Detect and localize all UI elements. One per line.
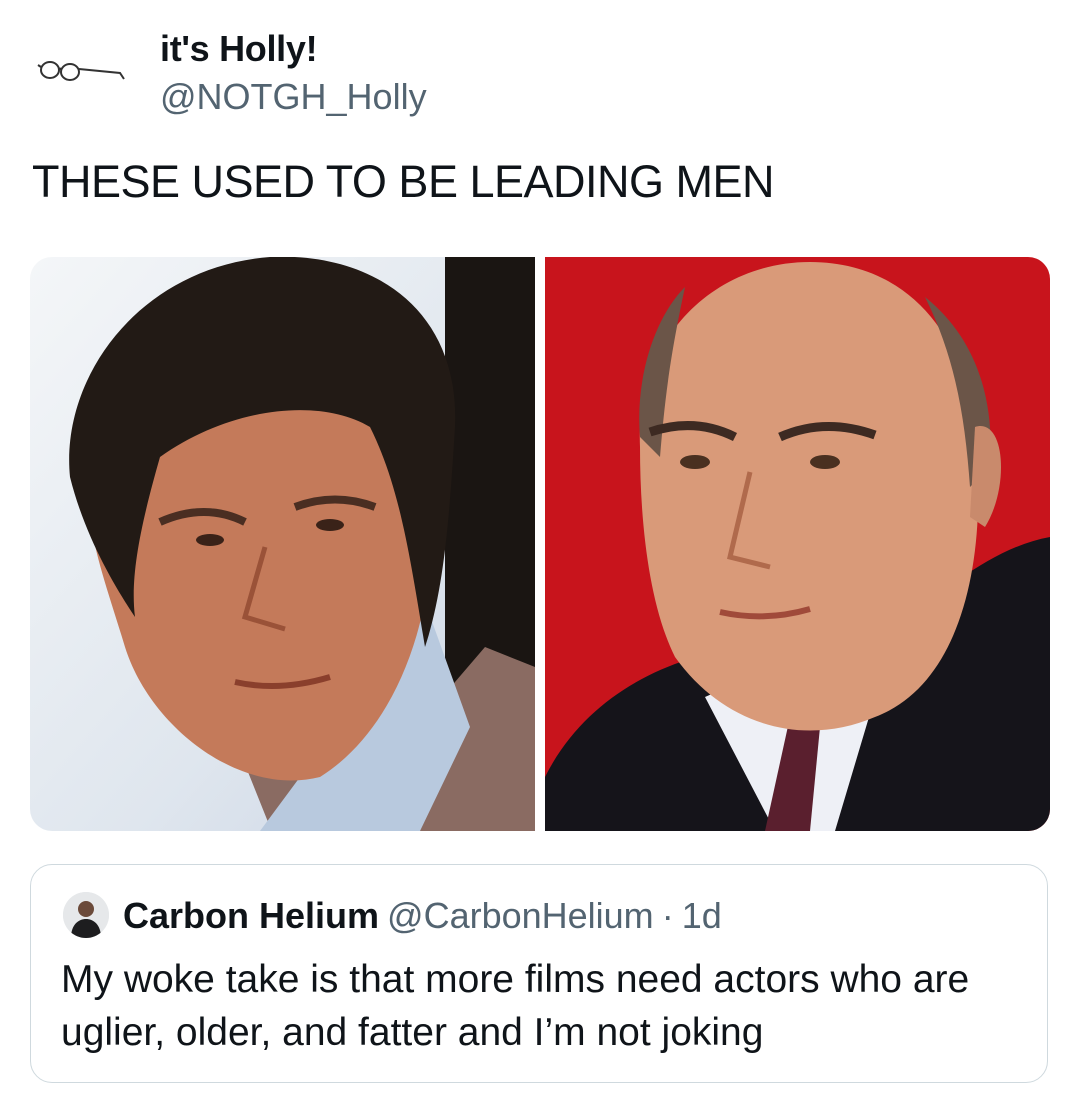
quoted-tweet-age[interactable]: 1d [682, 895, 722, 936]
quoted-author-name[interactable]: Carbon Helium [123, 895, 379, 936]
quoted-tweet-header: Carbon Helium @CarbonHelium · 1d [123, 895, 722, 937]
tweet-header: it's Holly! @NOTGH_Holly [0, 0, 1080, 130]
meta-separator: · [661, 895, 674, 936]
tweet-media-grid [30, 257, 1050, 831]
media-photo-left[interactable] [30, 257, 535, 831]
quoted-tweet-text: My woke take is that more films need act… [61, 958, 970, 1054]
glasses-icon[interactable] [36, 55, 128, 95]
quoted-tweet-card[interactable]: Carbon Helium @CarbonHelium · 1d My woke ta… [30, 864, 1048, 1083]
user-photo-avatar[interactable] [63, 892, 109, 938]
author-handle[interactable]: @NOTGH_Holly [160, 76, 427, 118]
media-photo-right[interactable] [545, 257, 1050, 831]
author-display-name[interactable]: it's Holly! [160, 28, 318, 70]
quoted-author-handle[interactable]: @CarbonHelium [387, 895, 654, 936]
tweet-text: THESE USED TO BE LEADING MEN [32, 156, 775, 207]
